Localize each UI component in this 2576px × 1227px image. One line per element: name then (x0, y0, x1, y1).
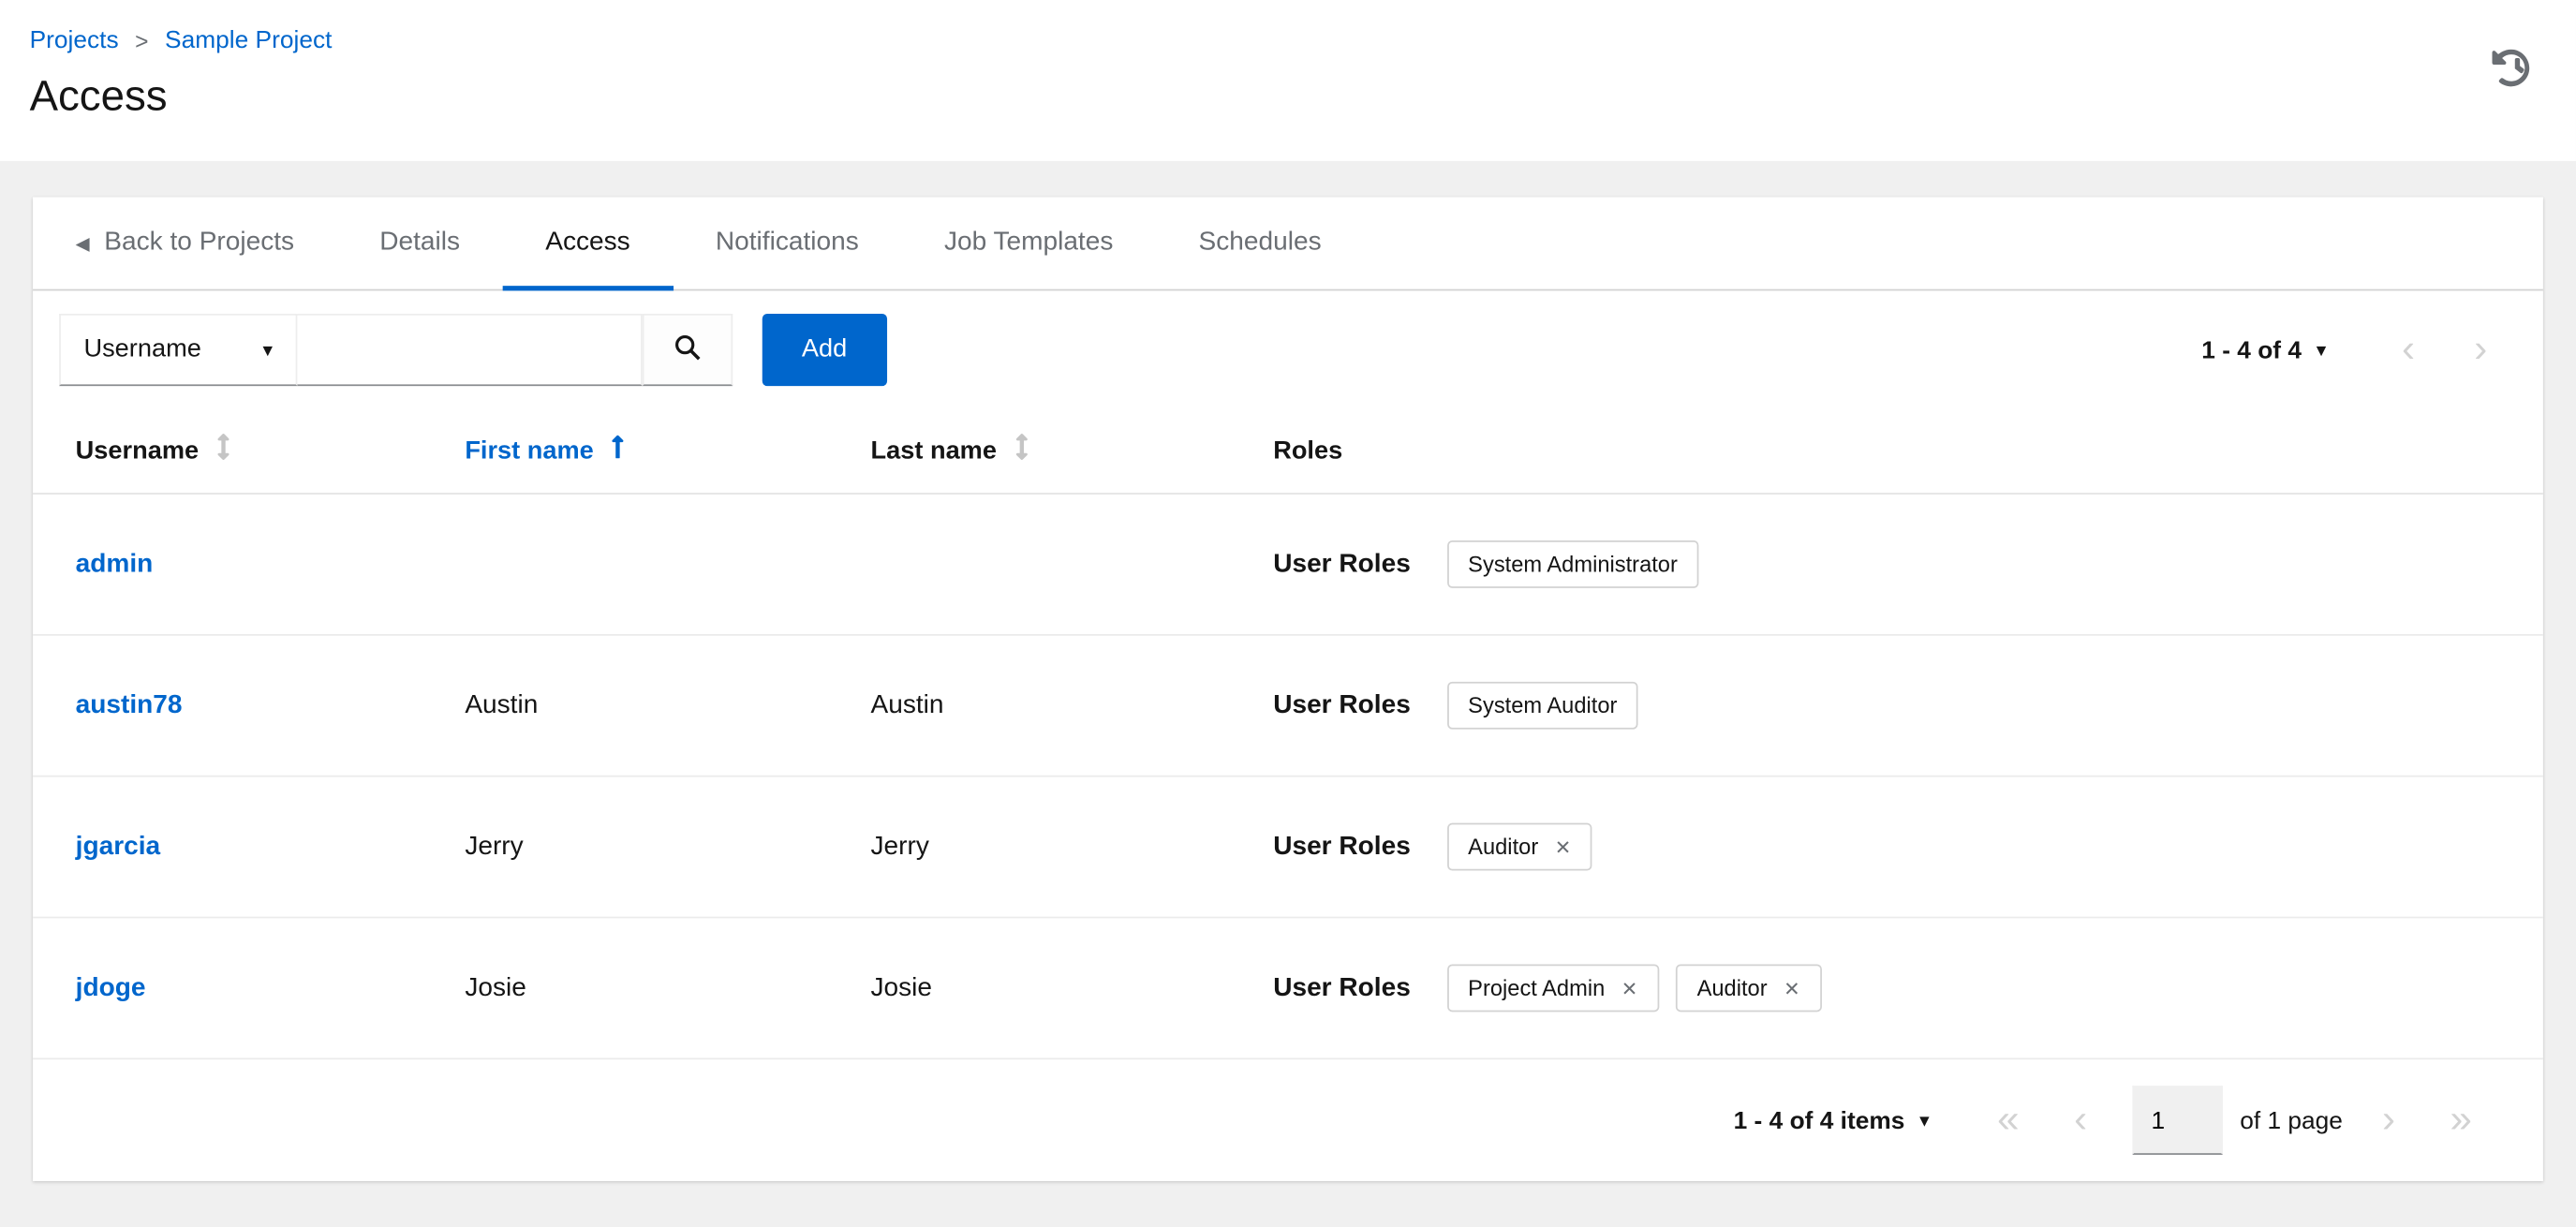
table-row: austin78 Austin Austin User Roles System… (33, 636, 2543, 777)
role-chip-label: System Administrator (1468, 552, 1678, 577)
first-name-cell: Josie (465, 973, 526, 1001)
tab-label: Details (379, 228, 461, 257)
chips: Project Admin ✕ Auditor ✕ (1446, 964, 1822, 1013)
username-link[interactable]: austin78 (76, 690, 183, 718)
role-chip: Project Admin ✕ (1446, 964, 1660, 1013)
page-number-input[interactable] (2133, 1086, 2224, 1155)
tab-access[interactable]: Access (502, 197, 674, 291)
user-roles-label: User Roles (1273, 832, 1411, 861)
pagination-dropdown-caret-icon[interactable]: ▾ (2317, 338, 2327, 362)
column-label: Roles (1273, 436, 1343, 465)
tab-notifications[interactable]: Notifications (673, 197, 901, 288)
column-label: Username (75, 436, 200, 465)
first-name-cell: Austin (465, 690, 539, 719)
user-roles-label: User Roles (1273, 973, 1411, 1001)
role-chip-label: System Auditor (1468, 693, 1618, 718)
prev-page-button[interactable]: ‹ (2372, 330, 2444, 370)
toolbar: Username ▾ Add 1 - 4 of 4 ▾ ‹ › (33, 290, 2543, 408)
table-header-row: Username First name Last name Roles (33, 409, 2543, 495)
roles-cell: User Roles Project Admin ✕ Auditor ✕ (1273, 964, 2543, 1013)
roles-cell: User Roles System Auditor (1273, 681, 2543, 730)
roles-cell: User Roles System Administrator (1273, 540, 2543, 588)
tab-label: Access (545, 228, 630, 257)
chevron-down-icon: ▾ (262, 338, 274, 362)
history-icon[interactable] (2485, 43, 2536, 99)
column-header-last-name[interactable]: Last name (871, 434, 1274, 468)
access-card: ◀ Back to Projects Details Access Notifi… (33, 197, 2543, 1181)
first-name-cell: Jerry (465, 832, 524, 861)
page-count-label: of 1 page (2240, 1106, 2343, 1134)
page-title: Access (29, 70, 168, 121)
chips: Auditor ✕ (1446, 822, 1593, 871)
breadcrumb: Projects > Sample Project (30, 26, 2547, 54)
role-chip: System Administrator (1446, 540, 1699, 588)
role-chip-label: Auditor (1696, 975, 1768, 1001)
first-page-button[interactable]: « (1972, 1100, 2044, 1140)
role-chip: System Auditor (1446, 681, 1639, 730)
column-label: Last name (870, 436, 997, 465)
role-chip: Auditor ✕ (1446, 822, 1593, 871)
masthead: Projects > Sample Project Access (0, 0, 2576, 161)
roles-cell: User Roles Auditor ✕ (1273, 822, 2543, 871)
tab-back-to-projects[interactable]: ◀ Back to Projects (33, 197, 337, 288)
next-page-button[interactable]: › (2352, 1100, 2424, 1140)
table-body: admin User Roles System Administrator au… (33, 495, 2543, 1060)
breadcrumb-separator-icon: > (135, 26, 149, 53)
username-link[interactable]: admin (76, 550, 154, 578)
last-name-cell: Jerry (870, 832, 929, 861)
column-header-username[interactable]: Username (76, 434, 466, 468)
sort-icon (216, 434, 229, 468)
add-button[interactable]: Add (762, 313, 887, 387)
tab-job-templates[interactable]: Job Templates (901, 197, 1156, 288)
prev-page-button[interactable]: ‹ (2044, 1100, 2116, 1140)
table-row: jdoge Josie Josie User Roles Project Adm… (33, 918, 2543, 1060)
back-arrow-icon: ◀ (75, 233, 90, 254)
table-row: admin User Roles System Administrator (33, 495, 2543, 636)
table-row: jgarcia Jerry Jerry User Roles Auditor ✕ (33, 777, 2543, 919)
tab-schedules[interactable]: Schedules (1156, 197, 1364, 288)
search-button[interactable] (642, 313, 733, 387)
chip-remove-icon[interactable]: ✕ (1784, 978, 1800, 998)
last-name-cell: Austin (870, 690, 944, 719)
content-area: ◀ Back to Projects Details Access Notifi… (0, 161, 2576, 1181)
chips: System Administrator (1446, 540, 1699, 588)
search-icon (674, 333, 702, 366)
chip-remove-icon[interactable]: ✕ (1555, 837, 1572, 857)
role-chip-label: Project Admin (1468, 975, 1606, 1001)
top-pagination: 1 - 4 of 4 ▾ ‹ › (2201, 330, 2517, 370)
page-nav: « ‹ of 1 page › » (1972, 1086, 2496, 1155)
filter-key-label: Username (83, 334, 201, 363)
username-link[interactable]: jgarcia (76, 832, 160, 860)
tab-label: Back to Projects (104, 228, 295, 257)
column-header-roles: Roles (1273, 436, 2543, 466)
tab-label: Job Templates (943, 228, 1114, 257)
role-chip: Auditor ✕ (1675, 964, 1822, 1013)
app-root: Projects > Sample Project Access ◀ Back … (0, 0, 2576, 1227)
bottom-pagination: 1 - 4 of 4 items ▾ « ‹ of 1 page › » (33, 1059, 2543, 1181)
chip-remove-icon[interactable]: ✕ (1621, 978, 1638, 998)
next-page-button[interactable]: › (2445, 330, 2517, 370)
tab-details[interactable]: Details (337, 197, 503, 288)
filter-key-dropdown[interactable]: Username ▾ (59, 313, 298, 387)
breadcrumb-link-sample-project[interactable]: Sample Project (165, 26, 332, 54)
sort-icon (1014, 434, 1028, 468)
breadcrumb-link-projects[interactable]: Projects (30, 26, 119, 54)
role-chip-label: Auditor (1468, 834, 1539, 860)
last-page-button[interactable]: » (2425, 1100, 2497, 1140)
user-roles-label: User Roles (1273, 690, 1411, 719)
sort-ascending-icon (612, 434, 625, 468)
chips: System Auditor (1446, 681, 1639, 730)
items-per-page-caret-icon[interactable]: ▾ (1919, 1109, 1930, 1132)
pagination-summary: 1 - 4 of 4 (2201, 335, 2302, 364)
last-name-cell: Josie (870, 973, 933, 1001)
tab-label: Schedules (1198, 228, 1322, 257)
column-label: First name (465, 436, 594, 465)
search-input[interactable] (297, 313, 643, 387)
column-header-first-name[interactable]: First name (465, 434, 870, 468)
tab-label: Notifications (715, 228, 859, 257)
items-summary: 1 - 4 of 4 items (1733, 1106, 1905, 1134)
user-roles-label: User Roles (1273, 549, 1411, 578)
tab-bar: ◀ Back to Projects Details Access Notifi… (33, 197, 2543, 291)
username-link[interactable]: jdoge (76, 973, 146, 1001)
